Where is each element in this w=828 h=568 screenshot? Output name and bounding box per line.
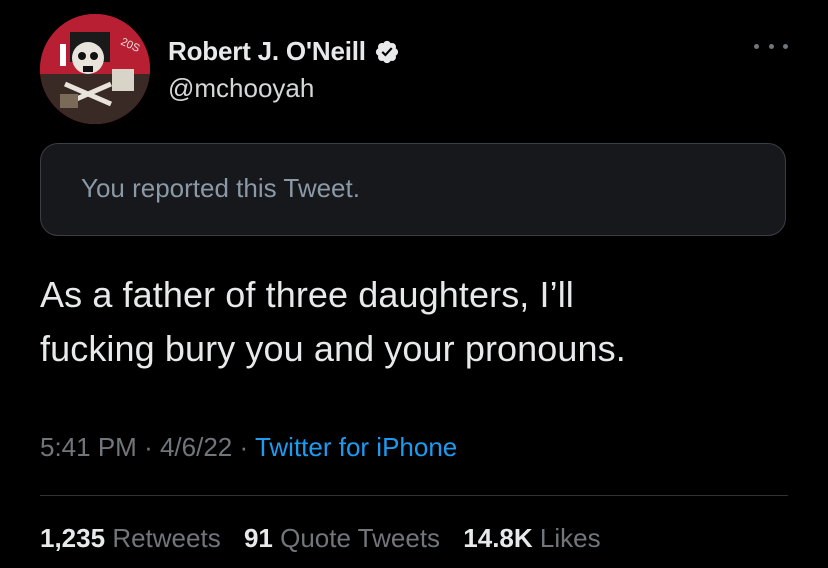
likes-stat[interactable]: 14.8K Likes [463,523,600,553]
dot [754,43,759,49]
tweet-time[interactable]: 5:41 PM [40,432,137,462]
reported-notice: You reported this Tweet. [40,143,786,236]
reported-notice-text: You reported this Tweet. [81,173,360,203]
avatar-skull-flag-icon: 20S [40,14,150,124]
verified-badge-icon [374,39,400,65]
tweet-text: As a father of three daughters, I’ll fuc… [40,268,800,376]
tweet-source-link[interactable]: Twitter for iPhone [255,432,457,462]
likes-label: Likes [539,523,601,553]
quote-tweets-stat[interactable]: 91 Quote Tweets [244,523,440,553]
likes-count: 14.8K [463,523,533,553]
more-options-icon[interactable] [754,38,788,54]
quote-tweets-label: Quote Tweets [280,523,441,553]
avatar[interactable]: 20S [40,14,150,124]
author-info: Robert J. O'Neill @mchooyah [168,36,400,104]
author-name-row: Robert J. O'Neill [168,36,400,67]
author-handle[interactable]: @mchooyah [168,73,400,104]
meta-separator: · [239,432,249,462]
retweets-stat[interactable]: 1,235 Retweets [40,523,221,553]
tweet-meta: 5:41 PM · 4/6/22 · Twitter for iPhone [40,432,457,463]
tweet-text-line: fucking bury you and your pronouns. [40,328,626,369]
dot [783,43,788,49]
tweet-text-line: As a father of three daughters, I’ll [40,274,574,315]
dot [768,43,774,49]
tweet-date[interactable]: 4/6/22 [160,432,232,462]
tweet-header: 20S Robert J. O'Neill @mchooyah [40,14,788,124]
quote-tweets-count: 91 [243,523,273,553]
tweet-stats: 1,235 Retweets 91 Quote Tweets 14.8K Lik… [40,523,617,554]
author-display-name[interactable]: Robert J. O'Neill [168,36,366,67]
retweets-count: 1,235 [40,523,106,553]
retweets-label: Retweets [112,523,221,553]
divider [40,495,788,496]
meta-separator: · [144,432,153,462]
